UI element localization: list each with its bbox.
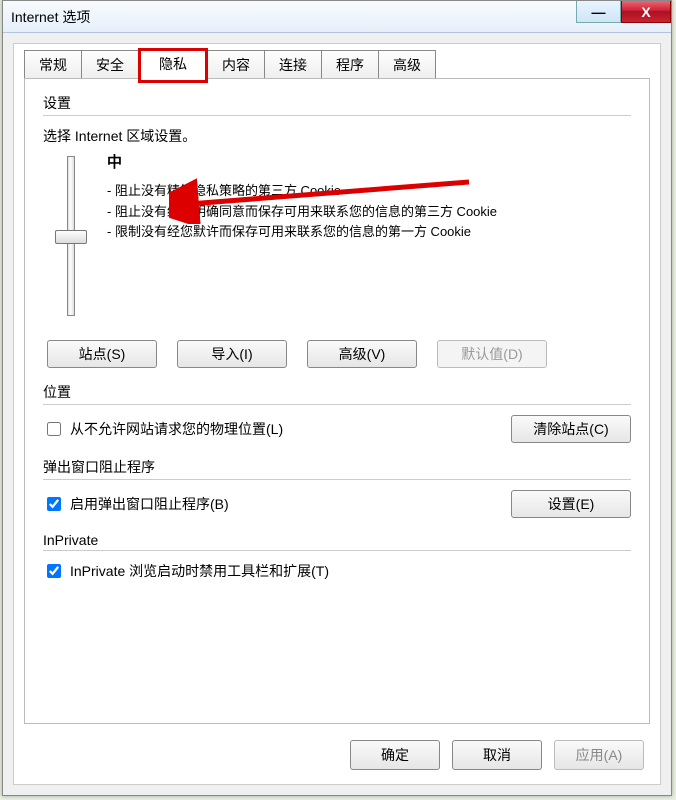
cancel-button[interactable]: 取消	[452, 740, 542, 770]
popup-section: 弹出窗口阻止程序 启用弹出窗口阻止程序(B) 设置(E)	[43, 457, 631, 518]
tab-privacy[interactable]: 隐私	[138, 48, 208, 83]
settings-buttons: 站点(S) 导入(I) 高级(V) 默认值(D)	[47, 340, 631, 368]
divider	[43, 479, 631, 480]
divider	[43, 115, 631, 116]
settings-heading: 设置	[43, 93, 631, 113]
popup-heading: 弹出窗口阻止程序	[43, 457, 631, 477]
ok-button[interactable]: 确定	[350, 740, 440, 770]
dialog-footer-buttons: 确定 取消 应用(A)	[350, 740, 644, 770]
window-buttons: — X	[576, 1, 671, 23]
location-section: 位置 从不允许网站请求您的物理位置(L) 清除站点(C)	[43, 382, 631, 443]
inprivate-checkbox-text: InPrivate 浏览启动时禁用工具栏和扩展(T)	[70, 561, 329, 581]
privacy-level-label: 中	[107, 152, 631, 174]
apply-button[interactable]: 应用(A)	[554, 740, 644, 770]
titlebar[interactable]: Internet 选项 — X	[3, 1, 671, 33]
inprivate-checkbox-label[interactable]: InPrivate 浏览启动时禁用工具栏和扩展(T)	[43, 561, 631, 581]
privacy-bullet: - 阻止没有精简隐私策略的第三方 Cookie	[107, 182, 631, 201]
inprivate-checkbox[interactable]	[47, 564, 61, 578]
minimize-button[interactable]: —	[576, 1, 621, 23]
window-title: Internet 选项	[11, 7, 90, 27]
location-checkbox-text: 从不允许网站请求您的物理位置(L)	[70, 419, 283, 439]
privacy-slider-area: 中 - 阻止没有精简隐私策略的第三方 Cookie - 阻止没有经您明确同意而保…	[53, 152, 631, 322]
privacy-bullet: - 限制没有经您默许而保存可用来联系您的信息的第一方 Cookie	[107, 223, 631, 242]
location-heading: 位置	[43, 382, 631, 402]
settings-instruction: 选择 Internet 区域设置。	[43, 126, 631, 146]
divider	[43, 404, 631, 405]
popup-settings-button[interactable]: 设置(E)	[511, 490, 631, 518]
location-checkbox[interactable]	[47, 422, 61, 436]
privacy-description: 中 - 阻止没有精简隐私策略的第三方 Cookie - 阻止没有经您明确同意而保…	[107, 152, 631, 322]
advanced-button[interactable]: 高级(V)	[307, 340, 417, 368]
privacy-slider[interactable]	[53, 152, 89, 322]
popup-row: 启用弹出窗口阻止程序(B) 设置(E)	[43, 490, 631, 518]
settings-section: 设置 选择 Internet 区域设置。 中 - 阻止没有精简隐私策略的第三方 …	[43, 93, 631, 368]
location-row: 从不允许网站请求您的物理位置(L) 清除站点(C)	[43, 415, 631, 443]
default-button[interactable]: 默认值(D)	[437, 340, 547, 368]
location-checkbox-label[interactable]: 从不允许网站请求您的物理位置(L)	[43, 419, 283, 439]
privacy-bullet: - 阻止没有经您明确同意而保存可用来联系您的信息的第三方 Cookie	[107, 203, 631, 222]
popup-checkbox-text: 启用弹出窗口阻止程序(B)	[70, 494, 229, 514]
dialog-body: 常规 安全 隐私 内容 连接 程序 高级 设置 选择 Internet 区域设置…	[13, 43, 661, 785]
import-button[interactable]: 导入(I)	[177, 340, 287, 368]
close-button[interactable]: X	[621, 1, 671, 23]
popup-checkbox[interactable]	[47, 497, 61, 511]
clear-sites-button[interactable]: 清除站点(C)	[511, 415, 631, 443]
internet-options-window: Internet 选项 — X 常规 安全 隐私 内容 连接 程序 高级 设置 …	[2, 0, 672, 796]
sites-button[interactable]: 站点(S)	[47, 340, 157, 368]
divider	[43, 550, 631, 551]
slider-thumb[interactable]	[55, 230, 87, 244]
popup-checkbox-label[interactable]: 启用弹出窗口阻止程序(B)	[43, 494, 229, 514]
privacy-panel: 设置 选择 Internet 区域设置。 中 - 阻止没有精简隐私策略的第三方 …	[24, 78, 650, 724]
inprivate-section: InPrivate InPrivate 浏览启动时禁用工具栏和扩展(T)	[43, 532, 631, 581]
inprivate-heading: InPrivate	[43, 532, 631, 548]
